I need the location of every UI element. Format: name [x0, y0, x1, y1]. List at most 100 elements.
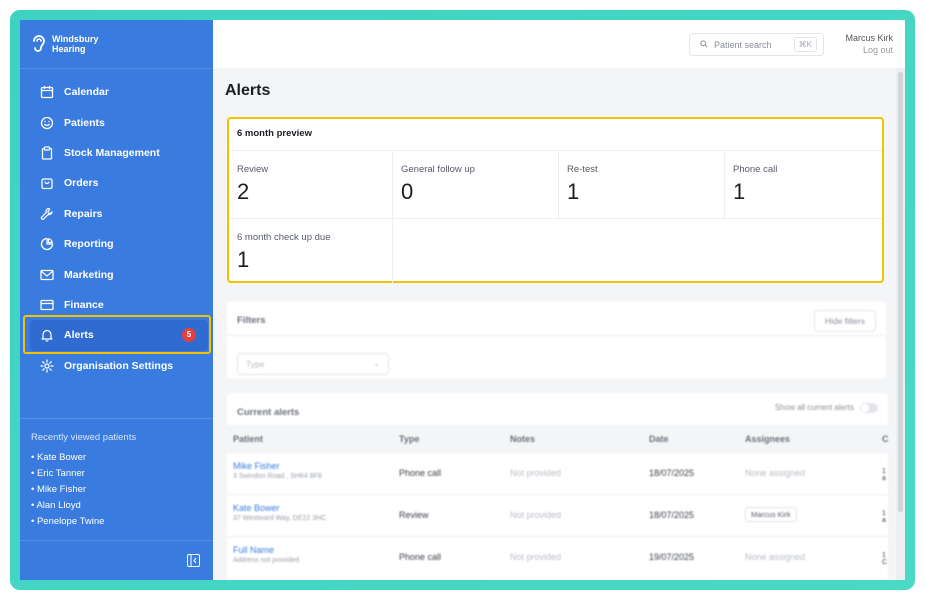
- patient-search[interactable]: Patient search ⌘K: [689, 33, 824, 56]
- sidebar-item-patients[interactable]: Patients: [30, 107, 208, 137]
- preview-cell-value: 2: [237, 179, 250, 204]
- logout-link[interactable]: Log out: [845, 44, 893, 56]
- extra-cell: 1 C: [882, 552, 888, 566]
- show-all-label: Show all current alerts: [774, 403, 854, 413]
- recent-patient-name: Eric Tanner: [36, 468, 85, 479]
- sidebar-item-alerts[interactable]: Alerts 5: [30, 320, 208, 351]
- recent-patient-link[interactable]: • Alan Lloyd: [31, 498, 136, 514]
- recent-patients-title: Recently viewed patients: [31, 432, 137, 443]
- type-cell: Review: [399, 510, 429, 520]
- patient-cell[interactable]: Mike Fisher 3 Swindon Road , SH64 8F8: [233, 461, 322, 480]
- sidebar-item-stock-management[interactable]: Stock Management: [30, 138, 208, 168]
- table-row[interactable]: Kate Bower 37 Westward Way, DE22 3HC Revi…: [227, 495, 888, 537]
- notes-cell: Not provided: [510, 468, 562, 478]
- recent-patient-link[interactable]: • Eric Tanner: [31, 466, 136, 482]
- user-name: Marcus Kirk: [845, 33, 893, 43]
- show-all-alerts-toggle[interactable]: Show all current alerts: [775, 403, 878, 413]
- bag-icon: [40, 176, 54, 190]
- scrollbar-thumb[interactable]: [898, 72, 903, 512]
- sidebar-item-organisation-settings[interactable]: Organisation Settings: [30, 351, 208, 381]
- brand-line-2: Hearing: [52, 44, 86, 54]
- type-filter-select[interactable]: Type ⌄: [237, 353, 389, 375]
- mail-icon: [40, 268, 54, 282]
- alerts-count-badge: 5: [182, 328, 196, 343]
- brand-line-1: Windsbury: [52, 34, 99, 44]
- patient-name-link[interactable]: Kate Bower: [233, 503, 280, 513]
- assignee-cell[interactable]: None assigned: [745, 468, 805, 478]
- user-menu: Marcus Kirk Log out: [845, 32, 893, 56]
- patient-cell[interactable]: Full Name Address not provided: [233, 545, 299, 564]
- sidebar-nav: Calendar Patients Stock Management Order…: [30, 77, 208, 381]
- sidebar-item-label: Finance: [64, 298, 104, 311]
- recent-patient-link[interactable]: • Mike Fisher: [31, 482, 136, 498]
- preview-cell-label: Phone call: [733, 164, 778, 175]
- sidebar-divider: [20, 540, 213, 541]
- hide-filters-button[interactable]: Hide filters: [813, 310, 876, 332]
- column-header-assignees[interactable]: Assignees: [745, 434, 790, 444]
- sidebar-item-repairs[interactable]: Repairs: [30, 199, 208, 229]
- patient-address: 37 Westward Way, DE22 3HC: [233, 515, 327, 522]
- ear-logo-icon: [33, 35, 45, 52]
- patient-address: Address not provided: [233, 557, 300, 564]
- preview-title: 6 month preview: [229, 119, 882, 151]
- type-filter-placeholder: Type: [246, 359, 265, 369]
- pie-chart-icon: [40, 237, 54, 251]
- preview-cell-value: 1: [237, 247, 250, 272]
- sidebar-item-label: Alerts: [64, 329, 94, 342]
- column-header-extra[interactable]: C: [882, 434, 888, 444]
- toggle-switch[interactable]: [860, 403, 878, 413]
- sidebar-item-label: Calendar: [64, 86, 109, 99]
- preview-cell-review[interactable]: Review 2: [229, 151, 393, 219]
- table-row[interactable]: Full Name Address not provided Phone call…: [227, 537, 888, 579]
- sidebar-item-orders[interactable]: Orders: [30, 168, 208, 198]
- table-row[interactable]: Mike Fisher 3 Swindon Road , SH64 8F8 Pho…: [227, 453, 888, 495]
- assignee-chip[interactable]: Marcus Kirk: [745, 507, 797, 522]
- preview-cell-general-follow-up[interactable]: General follow up 0: [393, 151, 559, 219]
- recent-patient-name: Kate Bower: [36, 452, 87, 463]
- current-alerts-title: Current alerts: [237, 407, 300, 418]
- sidebar-item-label: Reporting: [64, 238, 114, 251]
- search-shortcut: ⌘K: [793, 37, 817, 52]
- column-header-type[interactable]: Type: [399, 434, 419, 444]
- top-bar: Patient search ⌘K Marcus Kirk Log out: [213, 20, 905, 68]
- bell-icon: [40, 328, 54, 342]
- patient-cell[interactable]: Kate Bower 37 Westward Way, DE22 3HC: [233, 503, 326, 522]
- sidebar-item-calendar[interactable]: Calendar: [30, 77, 208, 107]
- sidebar-item-reporting[interactable]: Reporting: [30, 229, 208, 259]
- recent-patient-name: Alan Lloyd: [36, 500, 81, 511]
- filters-divider: [227, 335, 886, 336]
- chevron-down-icon: ⌄: [373, 359, 380, 368]
- notes-cell: Not provided: [510, 552, 562, 562]
- preview-cell-phone-call[interactable]: Phone call 1: [725, 151, 882, 219]
- gear-icon: [40, 359, 54, 373]
- recent-patient-link[interactable]: • Kate Bower: [31, 450, 136, 466]
- column-header-notes[interactable]: Notes: [510, 434, 535, 444]
- brand-name: Windsbury Hearing: [52, 34, 98, 54]
- column-header-date[interactable]: Date: [649, 434, 669, 444]
- app-window: Windsbury Hearing Calendar Patients Stoc…: [20, 20, 905, 580]
- preview-cell-re-test[interactable]: Re-test 1: [559, 151, 725, 219]
- calendar-icon: [40, 85, 54, 99]
- filters-title: Filters: [237, 315, 266, 326]
- patient-name-link[interactable]: Mike Fisher: [233, 461, 280, 471]
- wrench-icon: [40, 207, 54, 221]
- collapse-sidebar-icon[interactable]: [187, 554, 200, 567]
- sidebar-item-label: Organisation Settings: [64, 359, 174, 372]
- sidebar-divider: [20, 68, 213, 69]
- brand-logo[interactable]: Windsbury Hearing: [30, 30, 98, 58]
- current-alerts-panel: Current alerts Show all current alerts P…: [227, 393, 888, 580]
- sidebar-item-label: Repairs: [64, 207, 103, 220]
- patient-name-link[interactable]: Full Name: [233, 545, 274, 555]
- assignee-cell[interactable]: None assigned: [745, 552, 805, 562]
- preview-cell-six-month-check-up[interactable]: 6 month check up due 1: [229, 219, 393, 283]
- column-header-patient[interactable]: Patient: [233, 434, 263, 444]
- six-month-preview-card: 6 month preview Review 2 General follow …: [227, 117, 884, 283]
- sidebar-item-finance[interactable]: Finance: [30, 290, 208, 320]
- search-icon: [700, 39, 708, 50]
- sidebar-item-marketing[interactable]: Marketing: [30, 259, 208, 289]
- clipboard-icon: [40, 146, 54, 160]
- filters-panel: Filters Hide filters Type ⌄: [227, 301, 886, 379]
- preview-cell-label: General follow up: [401, 164, 475, 175]
- recent-patient-link[interactable]: • Penelope Twine: [31, 514, 136, 530]
- preview-cell-label: 6 month check up due: [237, 232, 331, 243]
